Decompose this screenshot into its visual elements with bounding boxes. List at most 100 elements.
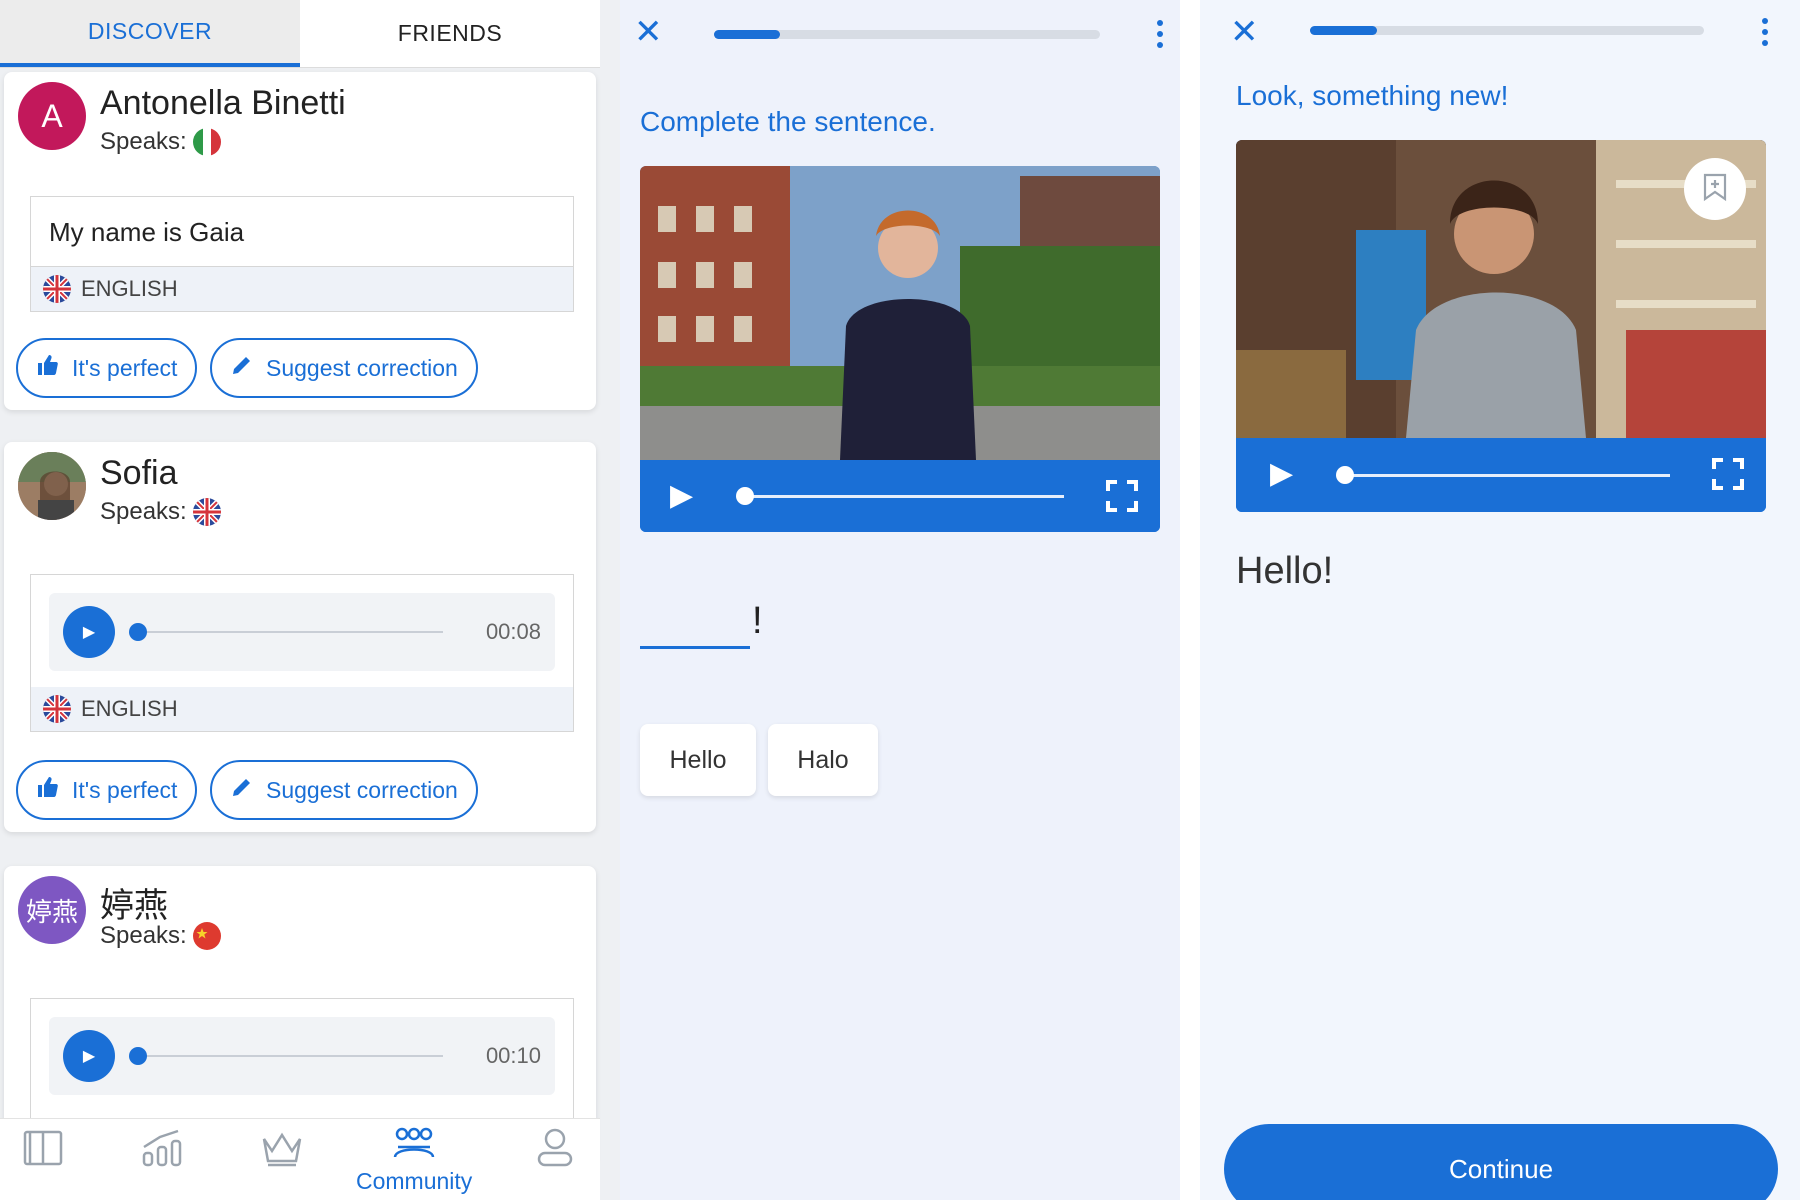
video-track[interactable] [746, 495, 1064, 498]
speaks-row: Speaks: [100, 498, 221, 526]
suggest-correction-button[interactable]: Suggest correction [210, 338, 478, 398]
fullscreen-icon [1712, 458, 1744, 494]
book-icon [22, 1127, 64, 1174]
avatar[interactable] [18, 452, 86, 520]
choice-halo[interactable]: Halo [768, 724, 878, 796]
video-player[interactable]: ▶ [1236, 140, 1766, 512]
suggest-correction-label: Suggest correction [266, 776, 458, 803]
speaks-label: Speaks: [100, 498, 187, 525]
video-scrubber[interactable] [736, 487, 754, 505]
lesson-progress-bar [1310, 26, 1704, 35]
audio-scrubber[interactable] [129, 1047, 147, 1065]
exercise-screen: ✕ Complete the sentence. ▶ ! Hello Halo [620, 0, 1180, 1200]
china-flag-icon [192, 922, 221, 950]
avatar-letter: A [41, 97, 63, 134]
new-phrase: Hello! [1236, 550, 1334, 592]
its-perfect-button[interactable]: It's perfect [16, 338, 198, 398]
suggest-correction-label: Suggest correction [266, 354, 458, 381]
crown-icon [260, 1127, 304, 1174]
community-icon [392, 1127, 436, 1166]
avatar-letter: 婷燕 [25, 896, 78, 927]
audio-track[interactable] [133, 631, 443, 633]
user-name[interactable]: Antonella Binetti [100, 84, 346, 123]
language-label: ENGLISH [81, 696, 178, 721]
its-perfect-button[interactable]: It's perfect [16, 760, 198, 820]
stats-icon [140, 1127, 184, 1174]
fullscreen-button[interactable] [1712, 458, 1744, 490]
language-label: ENGLISH [81, 276, 178, 301]
suggest-correction-button[interactable]: Suggest correction [210, 760, 478, 820]
lesson-progress-fill [714, 30, 780, 39]
lesson-prompt: Look, something new! [1236, 80, 1509, 111]
answer-text: My name is Gaia [31, 197, 573, 267]
speaks-row: Speaks: [100, 128, 221, 156]
bookmark-button[interactable] [1684, 158, 1746, 220]
nav-community[interactable]: Community [356, 1127, 472, 1195]
continue-button[interactable]: Continue [1224, 1124, 1778, 1200]
lesson-screen: ✕ Look, something new! ▶ Hello! Continue [1200, 0, 1800, 1200]
nav-premium[interactable] [260, 1127, 304, 1174]
user-name[interactable]: Sofia [100, 454, 178, 493]
nav-community-label: Community [356, 1168, 473, 1194]
audio-time: 00:10 [485, 1043, 541, 1068]
speaks-row: Speaks: [100, 922, 221, 950]
italy-flag-icon [192, 128, 221, 156]
audio-time: 00:08 [485, 619, 541, 644]
its-perfect-label: It's perfect [72, 354, 178, 381]
video-scrubber[interactable] [1336, 466, 1354, 484]
play-icon: ▶ [82, 624, 96, 641]
user-name[interactable]: 婷燕 [100, 878, 168, 927]
bottom-nav: Community [0, 1118, 600, 1200]
nav-courses[interactable] [22, 1127, 64, 1174]
exercise-card: A Antonella Binetti Speaks: My name is G… [4, 72, 596, 410]
play-button[interactable]: ▶ [670, 478, 693, 513]
speaks-label: Speaks: [100, 128, 187, 155]
video-controls: ▶ [1236, 438, 1766, 512]
blank-suffix: ! [752, 600, 763, 642]
community-screen: DISCOVER FRIENDS A Antonella Binetti Spe… [0, 0, 620, 1200]
community-tabs: DISCOVER FRIENDS [0, 0, 600, 68]
audio-scrubber[interactable] [129, 623, 147, 641]
profile-icon [535, 1127, 575, 1174]
tab-friends[interactable]: FRIENDS [300, 0, 600, 67]
uk-flag-icon [43, 275, 71, 303]
audio-track[interactable] [133, 1055, 443, 1057]
thumbs-up-icon [36, 353, 60, 383]
kebab-dot [1762, 29, 1768, 35]
answer-box: My name is Gaia ENGLISH [30, 196, 574, 312]
pencil-icon [230, 353, 254, 383]
its-perfect-label: It's perfect [72, 776, 178, 803]
more-options-button[interactable] [1157, 20, 1163, 48]
avatar[interactable]: 婷燕 [18, 876, 86, 944]
nav-profile[interactable] [535, 1127, 575, 1174]
close-icon: ✕ [1230, 13, 1259, 51]
kebab-dot [1157, 20, 1163, 26]
bookmark-add-icon [1702, 172, 1728, 207]
choice-hello[interactable]: Hello [640, 724, 756, 796]
close-button[interactable]: ✕ [634, 12, 663, 52]
panel-divider [1180, 0, 1200, 1200]
language-row: ENGLISH [31, 267, 573, 311]
avatar[interactable]: A [18, 82, 86, 150]
answer-box: ▶ 00:08 ENGLISH [30, 574, 574, 732]
kebab-dot [1762, 40, 1768, 46]
play-button[interactable]: ▶ [1270, 456, 1293, 491]
play-icon: ▶ [670, 479, 694, 512]
kebab-dot [1157, 42, 1163, 48]
more-options-button[interactable] [1762, 18, 1768, 46]
video-track[interactable] [1346, 474, 1670, 477]
tab-discover[interactable]: DISCOVER [0, 0, 300, 67]
play-icon: ▶ [1270, 457, 1294, 490]
close-button[interactable]: ✕ [1230, 12, 1259, 52]
audio-player: ▶ 00:08 [49, 593, 555, 671]
blank-underline [640, 646, 750, 649]
pencil-icon [230, 775, 254, 805]
lesson-progress-fill [1310, 26, 1377, 35]
fullscreen-button[interactable] [1106, 480, 1138, 512]
play-button[interactable]: ▶ [63, 606, 115, 658]
nav-progress[interactable] [140, 1127, 184, 1174]
lesson-progress-bar [714, 30, 1100, 39]
fullscreen-icon [1106, 480, 1138, 516]
play-button[interactable]: ▶ [63, 1030, 115, 1082]
video-player[interactable]: ▶ [640, 166, 1160, 532]
